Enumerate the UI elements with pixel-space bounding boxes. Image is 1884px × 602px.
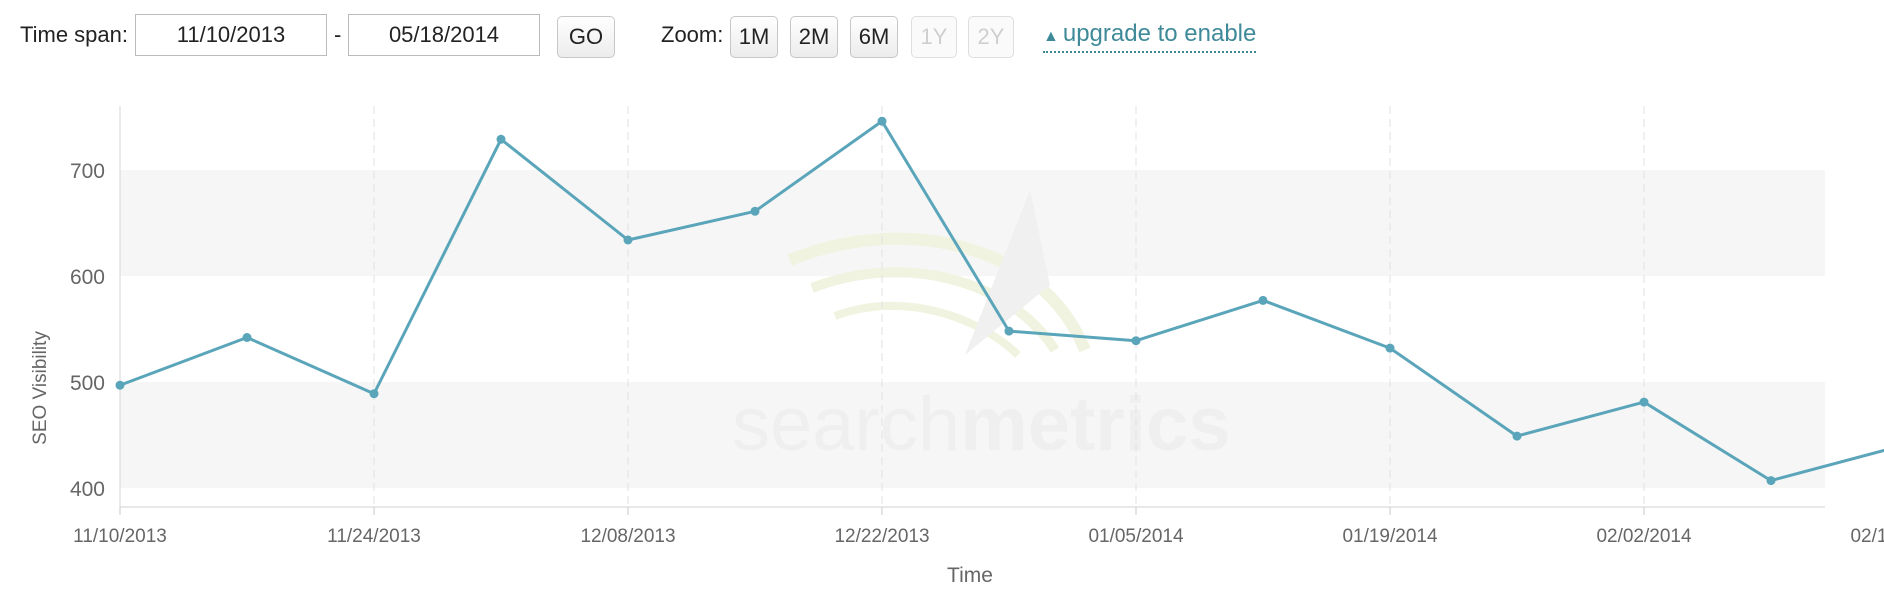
y-tick-label: 400: [70, 478, 105, 501]
arrow-up-icon: ▲: [1043, 28, 1059, 45]
go-button[interactable]: GO: [557, 16, 615, 58]
zoom-2y-button: 2Y: [968, 16, 1014, 58]
data-point[interactable]: [242, 333, 252, 342]
data-point[interactable]: [623, 235, 633, 245]
watermark-text-bold: metrics: [960, 382, 1230, 467]
x-tick-label: 01/19/2014: [1342, 526, 1438, 547]
end-date-field[interactable]: 05/18/2014: [348, 14, 540, 56]
x-tick-label: 12/22/2013: [834, 526, 929, 547]
data-point[interactable]: [877, 116, 887, 126]
watermark-text-light: search: [732, 382, 960, 467]
data-point[interactable]: [1131, 336, 1141, 346]
y-tick-label: 500: [70, 372, 105, 395]
y-tick-label: 700: [70, 160, 105, 183]
upgrade-link[interactable]: ▲ upgrade to enable: [1043, 20, 1257, 53]
data-point[interactable]: [369, 389, 379, 399]
data-point[interactable]: [1004, 326, 1014, 336]
x-tick-label: 02/16/2014: [1850, 526, 1884, 547]
data-point[interactable]: [1258, 295, 1268, 305]
timespan-label: Time span:: [20, 22, 129, 47]
data-point[interactable]: [496, 134, 506, 144]
x-tick-label: 12/08/2013: [580, 526, 675, 547]
data-point[interactable]: [750, 206, 760, 216]
data-point[interactable]: [1385, 343, 1395, 353]
y-axis-title: SEO Visibility: [30, 331, 51, 445]
data-point[interactable]: [1639, 397, 1649, 407]
data-point[interactable]: [1766, 476, 1776, 486]
data-point[interactable]: [1512, 431, 1522, 441]
data-point[interactable]: [115, 380, 125, 390]
start-date-field[interactable]: 11/10/2013: [135, 14, 327, 56]
y-tick-label: 600: [70, 266, 105, 289]
zoom-label: Zoom:: [661, 22, 724, 47]
seo-visibility-chart: searchmetrics 400 500 600 700 11/10/2013 11/…: [30, 106, 1884, 587]
zoom-1m-button[interactable]: 1M: [730, 16, 778, 58]
x-tick-label: 11/10/2013: [73, 526, 167, 547]
toolbar: Time span: 11/10/2013 - 05/18/2014 GO Zo…: [0, 0, 1884, 80]
zoom-6m-button[interactable]: 6M: [850, 16, 898, 58]
x-tick-label: 02/02/2014: [1596, 526, 1692, 547]
plot-band: [120, 170, 1825, 276]
date-separator: -: [334, 22, 342, 47]
zoom-1y-button: 1Y: [911, 16, 957, 58]
upgrade-label: upgrade to enable: [1062, 20, 1257, 47]
x-tick-label: 01/05/2014: [1088, 526, 1184, 547]
x-axis-title: Time: [947, 564, 993, 587]
svg-text:searchmetrics: searchmetrics: [732, 382, 1231, 467]
x-tick-label: 11/24/2013: [327, 526, 421, 547]
zoom-2m-button[interactable]: 2M: [790, 16, 838, 58]
